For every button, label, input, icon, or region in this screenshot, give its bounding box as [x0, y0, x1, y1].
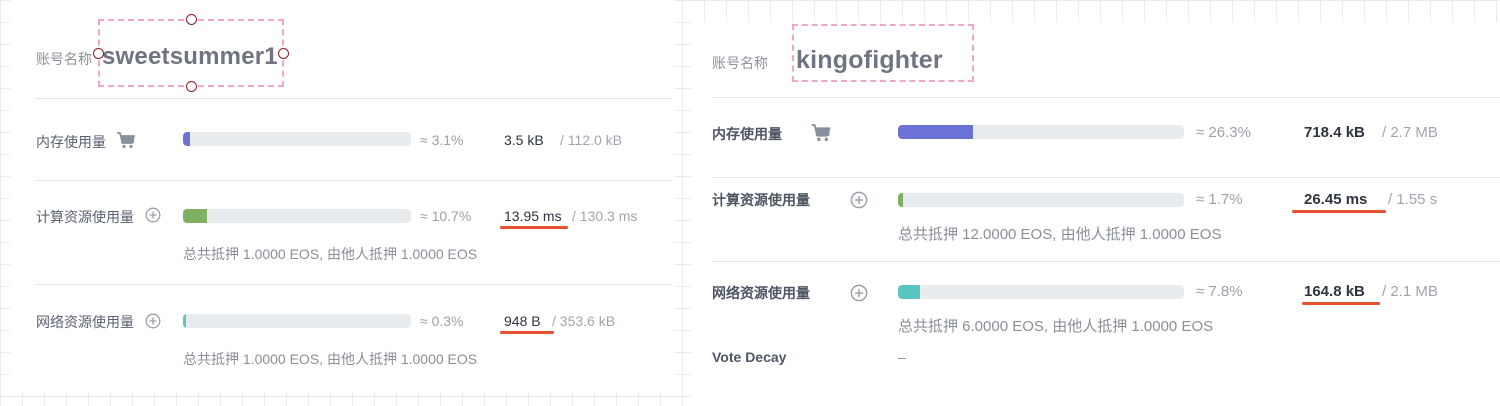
resize-handle-bottom[interactable] — [186, 81, 197, 92]
memory-usage-fill — [898, 125, 974, 139]
memory-total: / 112.0 kB — [560, 132, 623, 148]
memory-usage-percent: ≈ 3.1% — [420, 132, 464, 148]
account-name: sweetsummer1 — [102, 43, 278, 70]
plus-circle-icon[interactable] — [850, 284, 868, 302]
cpu-total: / 130.3 ms — [572, 208, 638, 224]
net-usage-percent: ≈ 7.8% — [1196, 283, 1243, 300]
cpu-usage-bar — [183, 209, 411, 223]
account-panel-kingofighter: 账号名称 kingofighter 内存使用量 ≈ 26.3% 718.4 kB… — [692, 22, 1500, 406]
net-stake-note: 总共抵押 1.0000 EOS, 由他人抵押 1.0000 EOS — [183, 351, 478, 367]
memory-used: 718.4 kB — [1304, 124, 1365, 141]
cpu-usage-bar — [898, 193, 1184, 207]
memory-usage-fill — [183, 132, 191, 146]
cpu-total: / 1.55 s — [1388, 191, 1438, 208]
divider — [36, 98, 672, 99]
net-usage-fill — [898, 285, 921, 299]
resize-handle-top[interactable] — [186, 14, 197, 25]
net-used: 948 B — [504, 313, 541, 329]
cpu-usage-fill — [183, 209, 208, 223]
cpu-usage-percent: ≈ 10.7% — [420, 208, 472, 224]
account-name: kingofighter — [796, 46, 943, 74]
highlight-underline — [1292, 210, 1386, 213]
memory-usage-bar — [183, 132, 411, 146]
memory-usage-bar — [898, 125, 1184, 139]
memory-used: 3.5 kB — [504, 132, 544, 148]
cpu-used: 26.45 ms — [1304, 191, 1368, 208]
highlight-underline — [500, 226, 568, 229]
net-usage-label: 网络资源使用量 — [712, 285, 810, 301]
net-used: 164.8 kB — [1304, 283, 1365, 300]
cpu-stake-note: 总共抵押 1.0000 EOS, 由他人抵押 1.0000 EOS — [183, 246, 478, 262]
highlight-underline — [1302, 302, 1380, 305]
net-usage-bar — [898, 285, 1184, 299]
cart-icon[interactable] — [810, 123, 832, 142]
cpu-usage-fill — [898, 193, 903, 207]
net-usage-bar — [183, 314, 411, 328]
divider — [36, 284, 672, 285]
plus-circle-icon[interactable] — [145, 207, 161, 223]
net-total: / 2.1 MB — [1382, 283, 1438, 300]
cpu-usage-label: 计算资源使用量 — [712, 192, 810, 208]
divider — [712, 177, 1500, 178]
memory-usage-label: 内存使用量 — [36, 134, 106, 150]
memory-usage-label: 内存使用量 — [712, 126, 782, 142]
account-name-label: 账号名称 — [712, 55, 768, 71]
cpu-used: 13.95 ms — [504, 208, 562, 224]
divider — [712, 261, 1500, 262]
net-usage-percent: ≈ 0.3% — [420, 313, 464, 329]
divider — [712, 97, 1500, 98]
divider — [36, 180, 672, 181]
net-stake-note: 总共抵押 6.0000 EOS, 由他人抵押 1.0000 EOS — [898, 318, 1214, 335]
cpu-stake-note: 总共抵押 12.0000 EOS, 由他人抵押 1.0000 EOS — [898, 226, 1222, 243]
vote-decay-label: Vote Decay — [712, 349, 787, 365]
cpu-usage-label: 计算资源使用量 — [36, 209, 134, 225]
cart-icon[interactable] — [116, 131, 136, 149]
net-usage-label: 网络资源使用量 — [36, 314, 134, 330]
account-name-label: 账号名称 — [36, 51, 92, 67]
highlight-underline — [500, 331, 554, 334]
vote-decay-value: – — [898, 349, 906, 365]
plus-circle-icon[interactable] — [145, 313, 161, 329]
cpu-usage-percent: ≈ 1.7% — [1196, 191, 1243, 208]
resize-handle-right[interactable] — [278, 48, 289, 59]
net-usage-fill — [183, 314, 186, 328]
memory-usage-percent: ≈ 26.3% — [1196, 124, 1251, 141]
memory-total: / 2.7 MB — [1382, 124, 1438, 141]
resize-handle-left[interactable] — [93, 48, 104, 59]
plus-circle-icon[interactable] — [850, 191, 868, 209]
net-total: / 353.6 kB — [552, 313, 616, 329]
account-panel-sweetsummer1: 账号名称 sweetsummer1 内存使用量 ≈ 3.1% 3.5 kB / … — [10, 0, 674, 392]
